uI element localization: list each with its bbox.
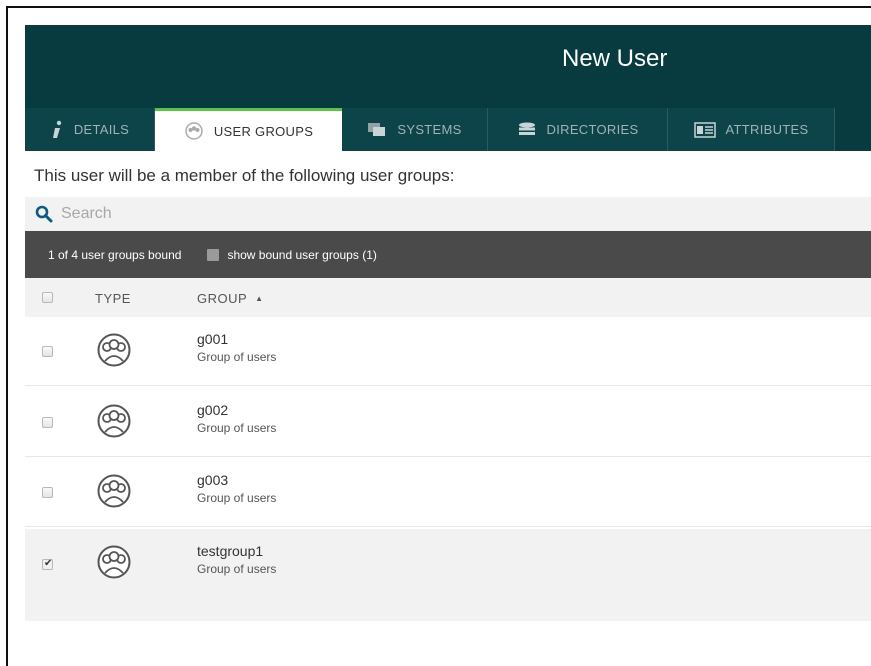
table-footer	[25, 599, 871, 621]
tab-details[interactable]: DETAILS	[25, 108, 155, 151]
search-bar	[25, 197, 871, 231]
table-row[interactable]: ✔ testgroup1 Group of users	[25, 529, 871, 599]
directories-icon	[517, 122, 537, 138]
group-name: g002	[197, 402, 229, 418]
bound-count-text: 1 of 4 user groups bound	[48, 247, 182, 262]
group-name: g003	[197, 472, 229, 488]
column-group-header[interactable]: GROUP ▲	[197, 291, 263, 306]
bound-status-bar: 1 of 4 user groups bound show bound user…	[25, 231, 871, 278]
user-group-icon	[184, 122, 204, 140]
tab-user-groups[interactable]: USER GROUPS	[155, 108, 342, 151]
group-name: testgroup1	[197, 543, 264, 559]
tab-directories[interactable]: DIRECTORIES	[488, 108, 668, 151]
attributes-icon	[693, 121, 716, 138]
page-header: New User	[25, 25, 871, 109]
user-group-icon	[97, 404, 131, 443]
info-icon	[50, 120, 64, 140]
tab-directories-label: DIRECTORIES	[546, 122, 639, 137]
tab-details-label: DETAILS	[73, 122, 130, 137]
systems-icon	[367, 122, 387, 138]
table-row[interactable]: g002 Group of users	[25, 388, 871, 457]
sort-ascending-icon: ▲	[255, 294, 264, 303]
show-bound-label[interactable]: show bound user groups (1)	[227, 248, 376, 262]
column-type-header: TYPE	[95, 291, 131, 306]
tab-attributes-label: ATTRIBUTES	[725, 122, 809, 137]
show-bound-checkbox[interactable]	[207, 248, 220, 261]
user-group-icon	[97, 333, 131, 372]
tab-systems-label: SYSTEMS	[397, 122, 462, 137]
column-group-label: GROUP	[197, 291, 247, 306]
row-checkbox[interactable]	[42, 487, 53, 498]
page-title: New User	[562, 45, 668, 72]
checkmark-icon: ✔	[44, 558, 53, 569]
group-description: Group of users	[197, 562, 277, 576]
group-description: Group of users	[197, 491, 277, 505]
group-description: Group of users	[197, 350, 277, 364]
tab-systems[interactable]: SYSTEMS	[342, 108, 488, 151]
table-row[interactable]: g001 Group of users	[25, 317, 871, 386]
user-group-icon	[97, 545, 131, 584]
row-checkbox[interactable]	[42, 417, 53, 428]
tab-user-groups-label: USER GROUPS	[213, 123, 314, 139]
search-icon	[35, 205, 53, 223]
user-group-icon	[97, 474, 131, 513]
table-row[interactable]: g003 Group of users	[25, 458, 871, 527]
group-name: g001	[197, 331, 229, 347]
section-subtitle: This user will be a member of the follow…	[34, 166, 455, 185]
row-checkbox[interactable]	[42, 346, 53, 357]
tab-attributes[interactable]: ATTRIBUTES	[668, 108, 835, 151]
row-checkbox[interactable]: ✔	[42, 558, 53, 570]
select-all-checkbox[interactable]	[42, 292, 53, 303]
tab-bar: DETAILS USER GROUPS SYSTEMS DIRECTORIES …	[25, 108, 871, 151]
group-description: Group of users	[197, 421, 277, 435]
search-input[interactable]	[59, 204, 763, 224]
table-header: TYPE GROUP ▲	[25, 278, 871, 317]
